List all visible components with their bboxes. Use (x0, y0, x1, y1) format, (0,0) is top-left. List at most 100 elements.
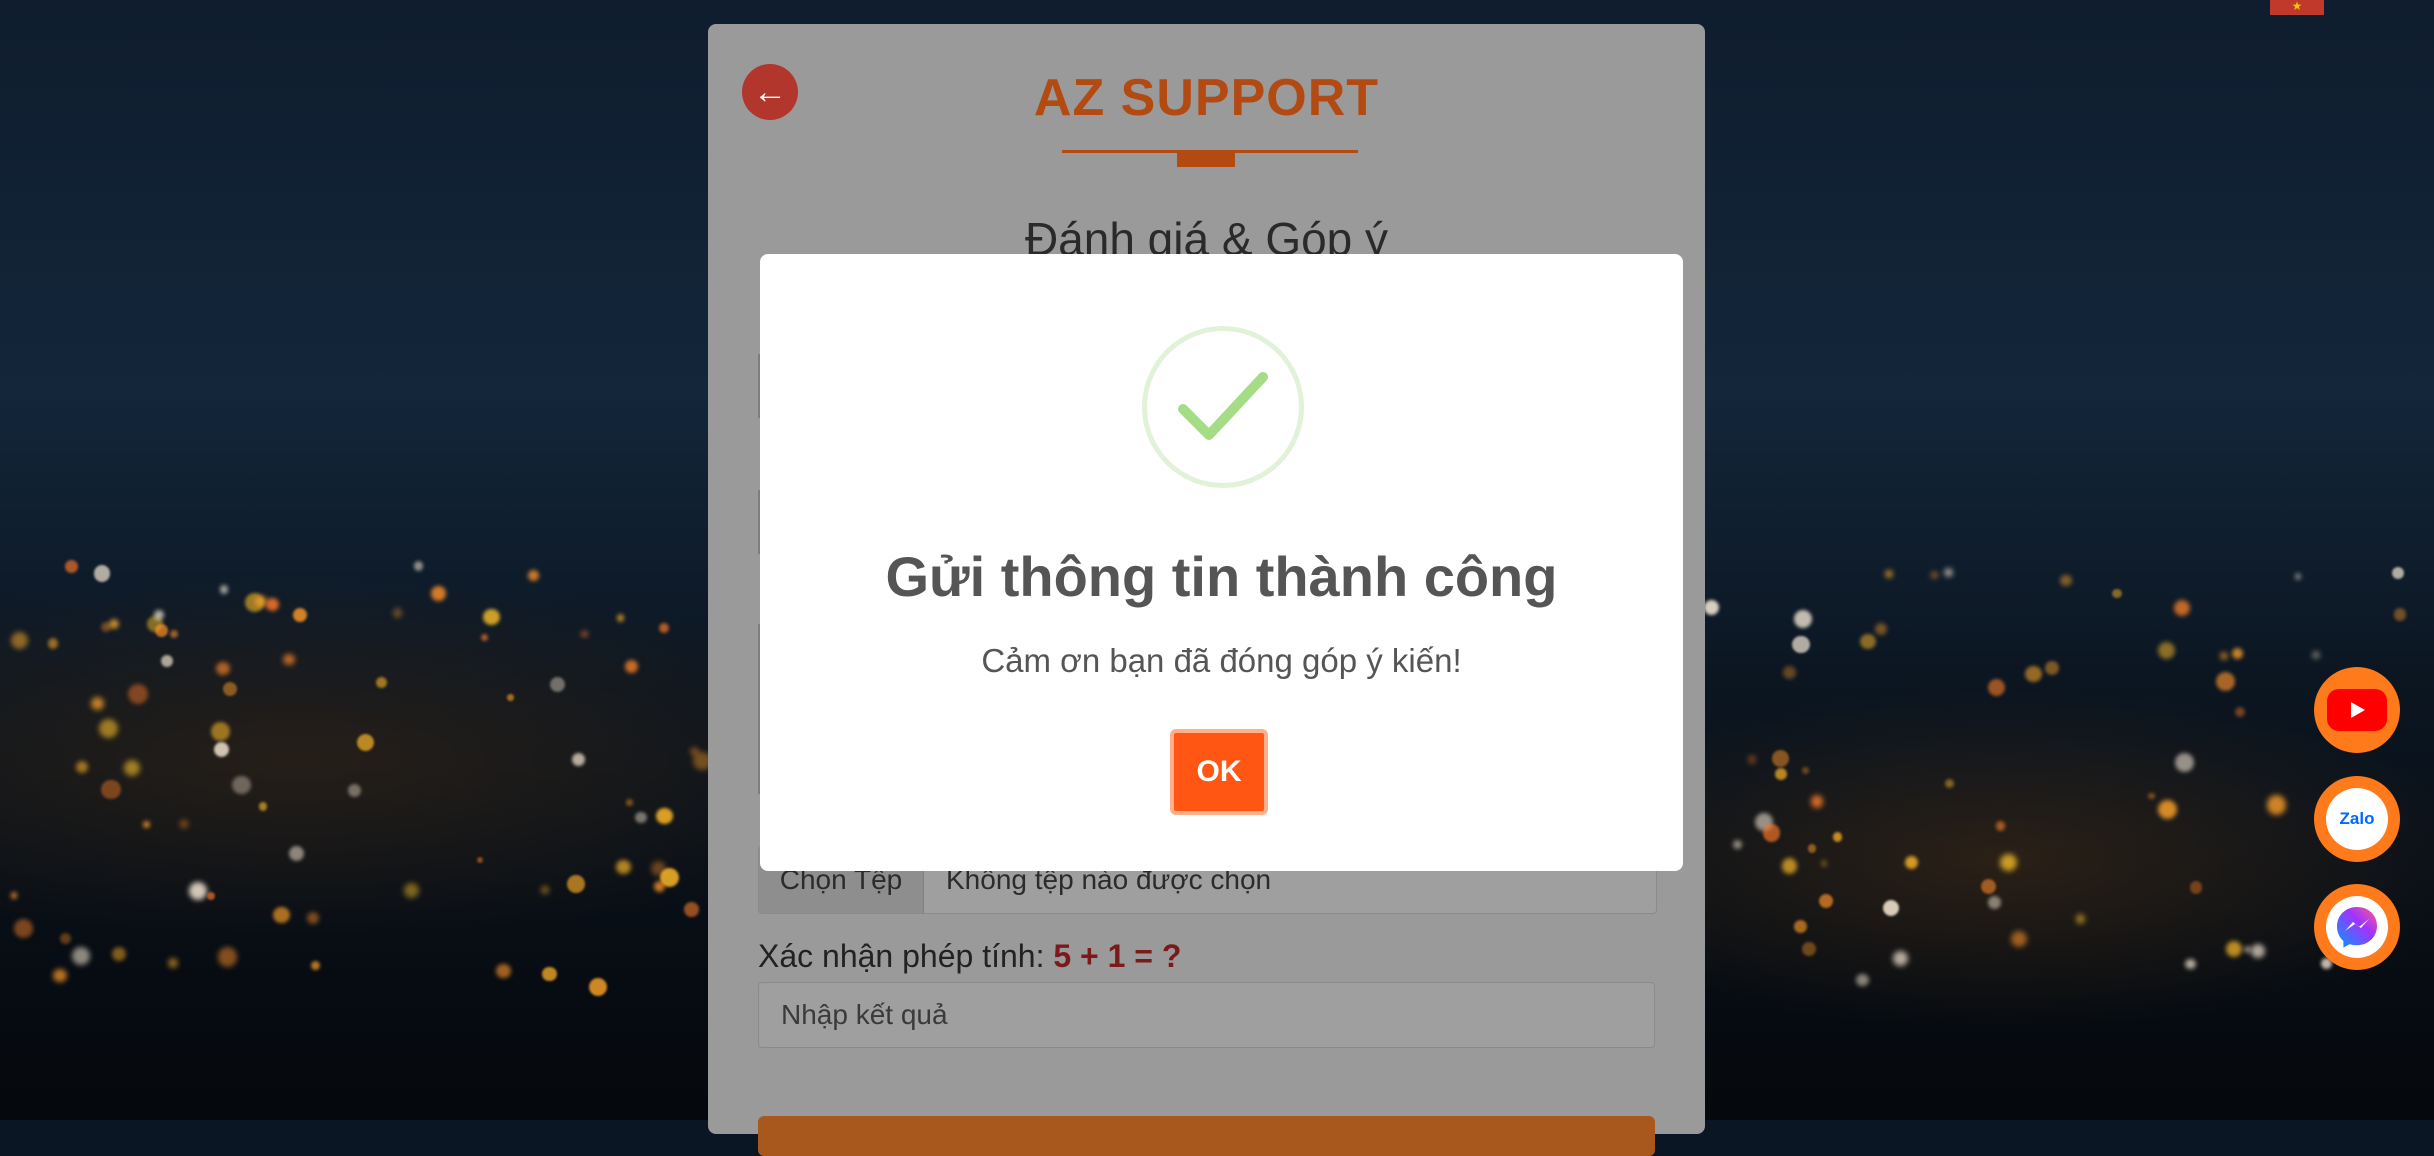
bokeh-light (1783, 666, 1797, 680)
messenger-icon (2326, 896, 2388, 958)
bokeh-light (1856, 973, 1869, 987)
bokeh-light (1793, 919, 1807, 933)
bokeh-light (1782, 858, 1798, 874)
bokeh-light (1793, 610, 1812, 628)
bokeh-light (10, 892, 17, 899)
bokeh-light (2000, 854, 2017, 872)
bokeh-light (218, 947, 238, 967)
bokeh-light (310, 961, 320, 971)
bokeh-light (13, 919, 33, 938)
bokeh-light (1987, 679, 2005, 697)
bokeh-light (1747, 755, 1757, 764)
bokeh-light (528, 570, 539, 582)
bokeh-light (656, 807, 673, 825)
bokeh-light (2185, 958, 2196, 969)
bokeh-light (1944, 779, 1955, 789)
bokeh-light (288, 845, 304, 862)
bokeh-light (2060, 574, 2072, 587)
bokeh-light (2173, 600, 2190, 617)
bokeh-light (47, 638, 59, 649)
bokeh-light (222, 681, 238, 697)
bokeh-light (1981, 878, 1997, 894)
bokeh-light (76, 760, 89, 773)
bokeh-light (413, 561, 423, 571)
bokeh-light (2234, 707, 2245, 718)
bokeh-light (2174, 752, 2195, 773)
bokeh-light (1931, 571, 1939, 579)
bokeh-light (625, 798, 634, 806)
bokeh-light (1904, 855, 1919, 870)
bokeh-light (1792, 635, 1810, 653)
bokeh-light (2112, 588, 2122, 599)
bokeh-light (1762, 823, 1781, 842)
youtube-icon (2327, 689, 2387, 731)
bokeh-light (2010, 930, 2027, 947)
bokeh-light (160, 654, 173, 667)
bokeh-light (258, 802, 268, 811)
bokeh-light (1772, 750, 1789, 768)
bokeh-light (542, 966, 558, 982)
bokeh-light (653, 880, 666, 893)
bokeh-light (1802, 942, 1816, 956)
bokeh-light (127, 683, 148, 704)
bokeh-light (541, 886, 550, 895)
bokeh-light (566, 875, 585, 893)
bokeh-light (2219, 651, 2229, 660)
brand-underline-block (1177, 153, 1235, 167)
captcha-label-text: Xác nhận phép tính: (758, 938, 1054, 974)
bokeh-light (2158, 641, 2176, 659)
bokeh-light (168, 958, 178, 968)
bokeh-light (347, 783, 362, 798)
bokeh-light (658, 623, 669, 634)
language-flag-icon[interactable]: ★ (2270, 0, 2324, 15)
bokeh-light (213, 741, 230, 757)
captcha-result-input[interactable]: Nhập kết quả (758, 982, 1655, 1048)
ok-button[interactable]: OK (1170, 729, 1268, 815)
bokeh-light (356, 733, 375, 751)
bokeh-light (211, 722, 230, 741)
bokeh-light (581, 630, 588, 638)
bokeh-light (219, 585, 229, 594)
dialog-title: Gửi thông tin thành công (885, 545, 1558, 608)
bokeh-light (392, 608, 402, 618)
messenger-button[interactable] (2314, 884, 2400, 970)
bokeh-light (2148, 792, 2155, 800)
bokeh-light (65, 560, 78, 573)
bokeh-light (1832, 832, 1843, 843)
bokeh-light (1732, 840, 1742, 850)
bokeh-light (481, 634, 489, 642)
bokeh-light (142, 820, 151, 829)
bokeh-light (2311, 651, 2320, 660)
bokeh-light (1774, 768, 1787, 781)
bokeh-light (179, 820, 188, 829)
bokeh-light (477, 857, 484, 864)
submit-button[interactable] (758, 1116, 1655, 1156)
zalo-button[interactable]: Zalo (2314, 776, 2400, 862)
bokeh-light (273, 906, 290, 924)
bokeh-light (189, 881, 208, 900)
captcha-label: Xác nhận phép tính: 5 + 1 = ? (758, 938, 1181, 975)
bokeh-light (483, 608, 500, 626)
bokeh-light (496, 963, 511, 979)
zalo-label: Zalo (2339, 809, 2375, 828)
bokeh-light (2157, 800, 2177, 820)
bokeh-light (1703, 600, 1719, 616)
bokeh-light (684, 902, 699, 917)
captcha-equation: 5 + 1 = ? (1053, 938, 1182, 974)
bokeh-light (111, 946, 127, 962)
bokeh-light (1860, 633, 1876, 650)
bokeh-light (571, 753, 586, 767)
bokeh-light (93, 565, 111, 582)
bokeh-light (11, 631, 28, 649)
bokeh-light (2226, 940, 2243, 957)
bokeh-light (2266, 795, 2287, 815)
bokeh-light (1819, 894, 1834, 909)
success-dialog: Gửi thông tin thành công Cảm ơn bạn đã đ… (760, 254, 1683, 871)
youtube-button[interactable] (2314, 667, 2400, 753)
bokeh-light (255, 595, 267, 608)
brand-title: AZ SUPPORT (1033, 69, 1380, 127)
bokeh-light (266, 597, 280, 612)
bokeh-light (1874, 622, 1888, 636)
bokeh-light (2045, 661, 2059, 675)
bokeh-light (2251, 944, 2265, 958)
